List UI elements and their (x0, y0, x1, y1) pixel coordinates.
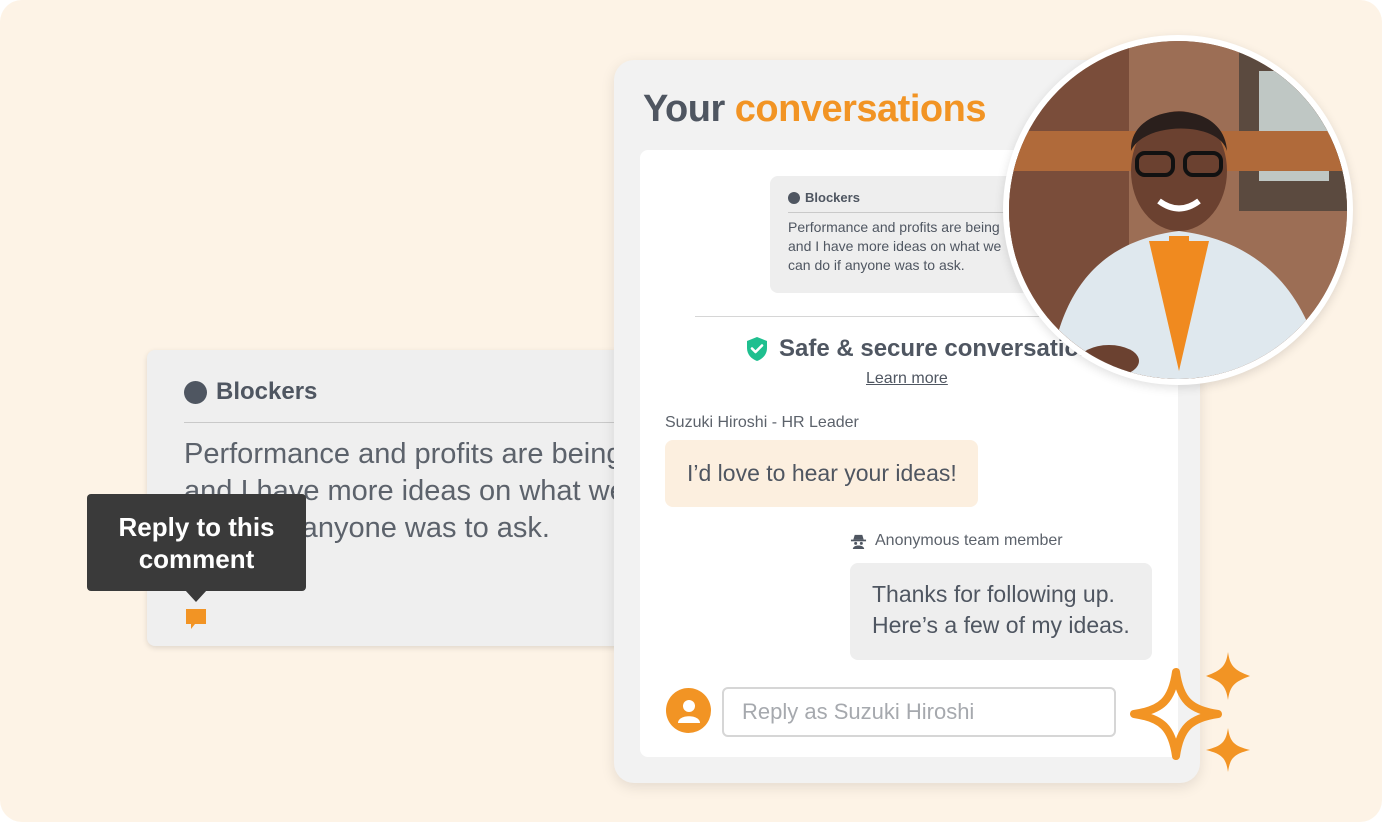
page-title: Your conversations (643, 88, 986, 131)
canvas: Blockers Performance and profits are bei… (0, 0, 1382, 822)
quoted-header: Blockers (788, 190, 860, 205)
avatar (666, 688, 711, 733)
tooltip-line: comment (138, 543, 255, 574)
chat-bubble-icon[interactable] (184, 607, 208, 631)
title-part-1: Your (643, 88, 735, 130)
comment-header: Blockers (184, 378, 317, 406)
tooltip-arrow (185, 590, 207, 602)
divider (184, 422, 667, 423)
secure-banner: Safe & secure conversations (745, 335, 1107, 363)
quoted-line: can do if anyone was to ask. (788, 257, 965, 273)
message-bubble-anonymous: Thanks for following up. Here’s a few of… (850, 563, 1152, 660)
category-dot (184, 380, 207, 404)
reply-tooltip: Reply to this comment (87, 494, 306, 591)
tooltip-line: Reply to this (118, 511, 275, 542)
profile-photo (1003, 35, 1353, 385)
divider (695, 316, 1055, 317)
incognito-icon (850, 534, 867, 549)
photo-illustration (1009, 41, 1347, 379)
quoted-category: Blockers (805, 190, 860, 205)
secure-label: Safe & secure conversations (779, 335, 1108, 362)
title-part-2: conversations (734, 88, 987, 130)
message-sender: Suzuki Hiroshi - HR Leader (665, 414, 859, 431)
message-sender-anonymous: Anonymous team member (850, 532, 1063, 550)
user-icon (677, 699, 700, 723)
quoted-line: and I have more ideas on what we (788, 238, 1002, 254)
category-dot (788, 191, 800, 204)
quoted-line: Performance and profits are being (788, 219, 1000, 235)
learn-more-link[interactable]: Learn more (866, 370, 948, 388)
quoted-comment-card: Blockers Performance and profits are bei… (770, 176, 1030, 293)
sender-label: Anonymous team member (875, 532, 1063, 549)
quoted-body: Performance and profits are being and I … (788, 218, 1028, 275)
sparkle-icon (1130, 652, 1250, 772)
comment-category: Blockers (216, 378, 318, 405)
reply-input[interactable] (722, 687, 1116, 737)
message-line: Thanks for following up. (872, 581, 1115, 607)
message-line: Here’s a few of my ideas. (872, 612, 1130, 638)
divider (788, 212, 1030, 213)
comment-line: Performance and profits are being (184, 438, 623, 470)
message-bubble-leader: I’d love to hear your ideas! (665, 440, 978, 507)
shield-check-icon (747, 337, 767, 361)
